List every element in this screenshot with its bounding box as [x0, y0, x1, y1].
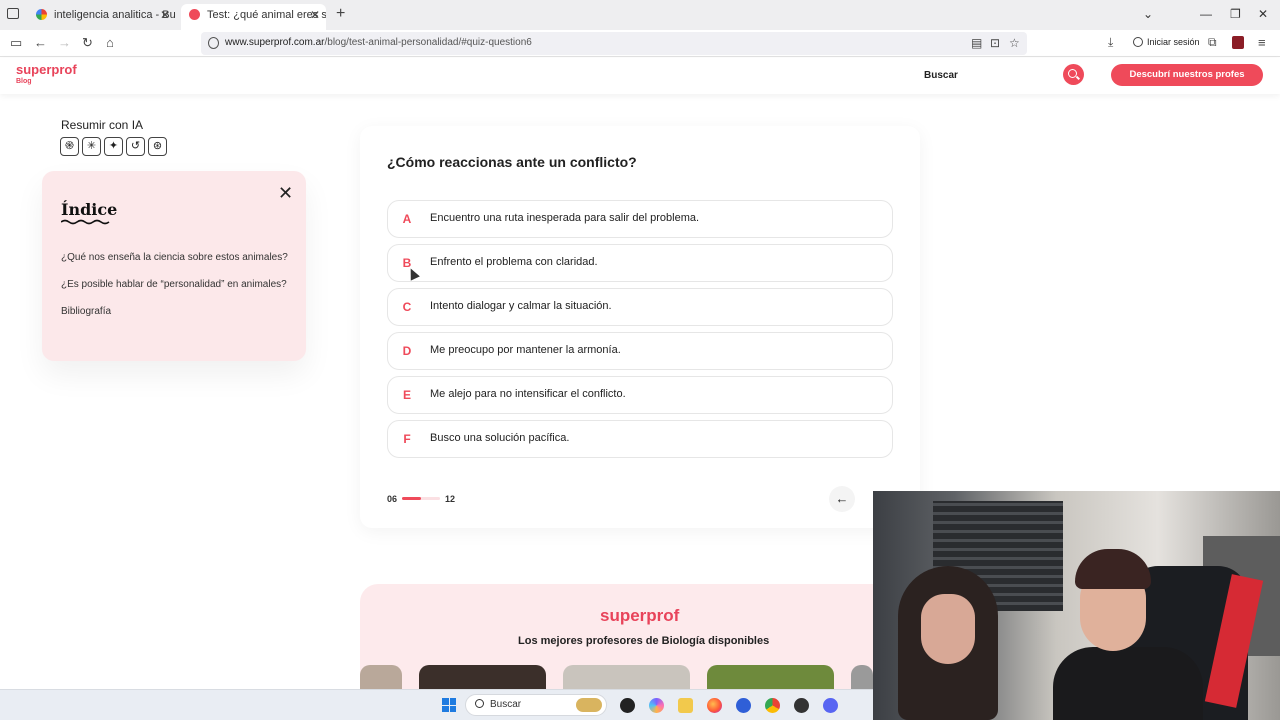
option-text: Encuentro una ruta inesperada para salir… [430, 212, 700, 224]
quiz-question: ¿Cómo reaccionas ante un conflicto? [387, 154, 637, 170]
option-letter: B [402, 256, 412, 270]
ms-copilot-icon[interactable] [649, 698, 664, 713]
claude-icon[interactable]: ✳ [82, 137, 101, 156]
back-icon[interactable]: ← [34, 35, 47, 50]
quiz-option-f[interactable]: F Busco una solución pacífica. [387, 420, 893, 458]
ea-app-icon[interactable] [736, 698, 751, 713]
extensions-icon[interactable]: ⧉ [1208, 35, 1217, 50]
option-letter: F [403, 432, 411, 446]
option-text: Enfrento el problema con claridad. [430, 256, 598, 268]
superprof-icon [189, 9, 200, 20]
progress-current: 06 [387, 494, 398, 504]
close-icon[interactable]: ✕ [310, 4, 320, 26]
reload-icon[interactable]: ↻ [82, 35, 93, 51]
downloads-icon[interactable]: ⤓ [1108, 35, 1113, 50]
home-icon[interactable]: ⌂ [106, 35, 114, 50]
signin-button[interactable]: Iniciar sesión [1133, 37, 1200, 47]
summarize-ai-label: Resumir con IA [61, 118, 144, 132]
search-label[interactable]: Buscar [924, 70, 958, 81]
tab-list-chevron-icon[interactable]: ⌄ [1143, 7, 1153, 21]
tab-superprof-test[interactable]: Test: ¿qué animal eres según tu ✕ [181, 4, 326, 30]
account-icon [1133, 37, 1143, 47]
option-letter: D [402, 344, 412, 358]
close-icon[interactable]: ✕ [278, 183, 293, 204]
promo-title: Los mejores profesores de Biología dispo… [518, 635, 770, 647]
reader-view-icon[interactable]: ▤ [971, 36, 982, 50]
tab-overview-icon[interactable] [7, 8, 19, 19]
ublock-icon[interactable] [1232, 36, 1244, 49]
tab-google-search[interactable]: inteligencia analitica - Buscar co ✕ [28, 4, 176, 30]
index-title: Índice [61, 200, 118, 219]
windows-taskbar: Buscar [0, 689, 873, 720]
search-button[interactable] [1063, 64, 1084, 85]
url-text: www.superprof.com.ar/blog/test-animal-pe… [225, 37, 532, 48]
progress-total: 12 [445, 494, 456, 504]
minimize-icon[interactable]: — [1200, 7, 1212, 21]
option-letter: C [402, 300, 412, 314]
forward-icon[interactable]: → [58, 35, 71, 50]
close-window-icon[interactable]: ✕ [1258, 7, 1268, 21]
firefox-icon[interactable] [707, 698, 722, 713]
tab-title: inteligencia analitica - Buscar co [54, 9, 176, 21]
quiz-option-c[interactable]: C Intento dialogar y calmar la situación. [387, 288, 893, 326]
person-left [893, 566, 1003, 720]
tab-title: Test: ¿qué animal eres según tu [207, 9, 326, 21]
menu-icon[interactable]: ≡ [1258, 35, 1266, 50]
person-right [1053, 549, 1203, 720]
option-letter: E [402, 388, 411, 402]
restore-icon[interactable]: ❐ [1230, 7, 1241, 21]
index-link[interactable]: ¿Es posible hablar de “personalidad” en … [61, 279, 287, 290]
progress-fill [402, 497, 421, 500]
copilot-icon[interactable] [620, 698, 635, 713]
blog-label: Blog [16, 78, 32, 85]
close-icon[interactable]: ✕ [160, 4, 170, 26]
quiz-option-a[interactable]: A Encuentro una ruta inesperada para sali… [387, 200, 893, 238]
option-text: Me alejo para no intensificar el conflic… [430, 388, 626, 400]
site-info-icon[interactable] [208, 37, 219, 49]
progress-bar [402, 497, 440, 500]
browser-toolbar: ▭ ← → ↻ ⌂ www.superprof.com.ar/blog/test… [0, 30, 1280, 57]
site-header: superprof Blog Buscar Descubrí nuestros … [0, 58, 1280, 94]
index-link[interactable]: Bibliografía [61, 306, 111, 317]
search-icon [475, 699, 484, 708]
chatgpt-icon[interactable]: ֎ [60, 137, 79, 156]
taskbar-search[interactable]: Buscar [465, 694, 607, 716]
option-text: Busco una solución pacífica. [430, 432, 570, 444]
new-tab-icon[interactable]: + [336, 5, 345, 23]
quiz-option-e[interactable]: E Me alejo para no intensificar el confli… [387, 376, 893, 414]
windows-start-icon[interactable] [442, 698, 456, 712]
previous-question-button[interactable]: ← [829, 486, 855, 512]
browser-tab-strip: inteligencia analitica - Buscar co ✕ Tes… [0, 0, 1280, 30]
signin-label: Iniciar sesión [1147, 37, 1200, 47]
screen: inteligencia analitica - Buscar co ✕ Tes… [0, 0, 1280, 720]
chrome-icon[interactable] [765, 698, 780, 713]
file-explorer-icon[interactable] [678, 698, 693, 713]
sidebar-toggle-icon[interactable]: ▭ [10, 35, 22, 51]
discord-icon[interactable] [823, 698, 838, 713]
discover-teachers-button[interactable]: Descubrí nuestros profes [1111, 64, 1263, 86]
option-text: Intento dialogar y calmar la situación. [430, 300, 612, 312]
quiz-card [360, 126, 920, 528]
index-panel: Índice ✕ ¿Qué nos enseña la ciencia sobr… [42, 171, 306, 361]
search-highlight-image [576, 698, 602, 712]
gemini-icon[interactable]: ✦ [104, 137, 123, 156]
option-text: Me preocupo por mantener la armonía. [430, 344, 621, 356]
taskbar-search-label: Buscar [490, 699, 522, 710]
google-icon [36, 9, 47, 20]
pocket-icon[interactable]: ⊡ [990, 36, 1000, 50]
obs-icon[interactable] [794, 698, 809, 713]
quiz-option-b[interactable]: B Enfrento el problema con claridad. [387, 244, 893, 282]
perplexity-icon[interactable]: ↺ [126, 137, 145, 156]
option-letter: A [402, 212, 412, 226]
webcam-overlay [873, 491, 1280, 720]
index-link[interactable]: ¿Qué nos enseña la ciencia sobre estos a… [61, 252, 288, 263]
superprof-logo[interactable]: superprof [16, 62, 77, 77]
ai-icon-row: ֎ ✳ ✦ ↺ ⊛ [60, 136, 170, 156]
grok-icon[interactable]: ⊛ [148, 137, 167, 156]
address-bar[interactable]: www.superprof.com.ar/blog/test-animal-pe… [201, 32, 1027, 55]
bookmark-star-icon[interactable]: ☆ [1009, 36, 1020, 50]
promo-logo: superprof [600, 606, 680, 625]
quiz-option-d[interactable]: D Me preocupo por mantener la armonía. [387, 332, 893, 370]
squiggle-underline [61, 219, 110, 225]
